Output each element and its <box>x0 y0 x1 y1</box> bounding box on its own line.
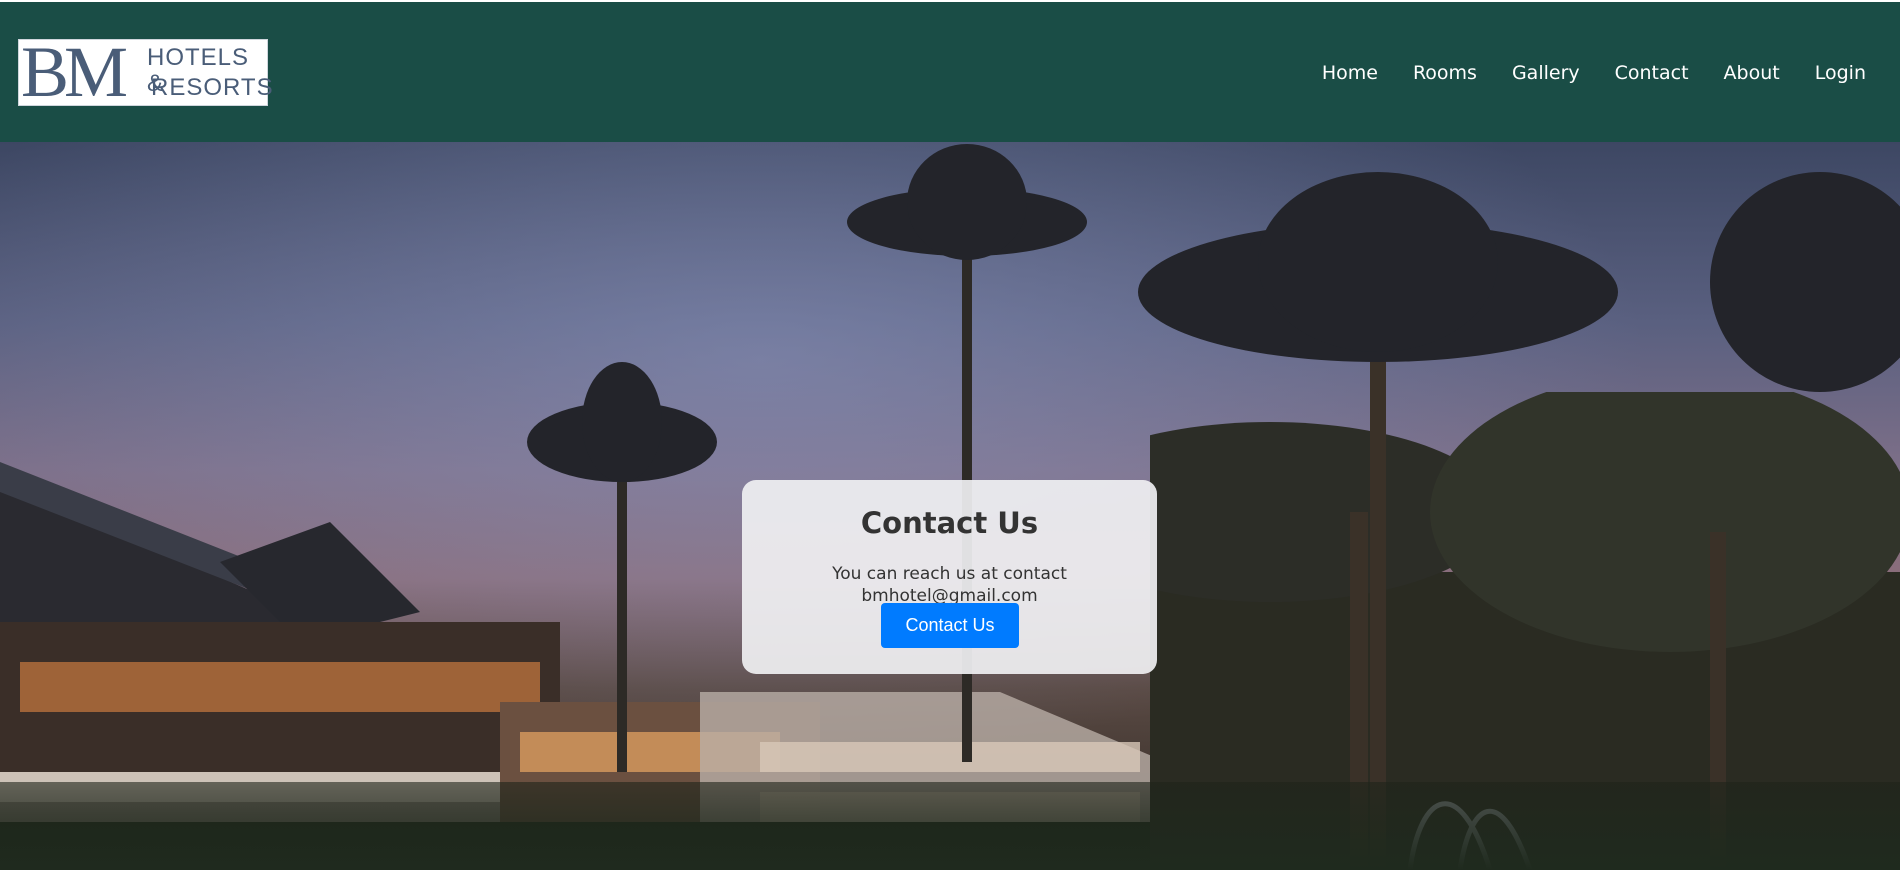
contact-us-button[interactable]: Contact Us <box>881 603 1019 648</box>
hero-foreground <box>0 782 1900 870</box>
nav-login[interactable]: Login <box>1815 60 1866 86</box>
nav-about[interactable]: About <box>1724 60 1780 86</box>
logo-initials: BM <box>21 32 128 112</box>
nav-gallery[interactable]: Gallery <box>1512 60 1580 86</box>
nav-rooms[interactable]: Rooms <box>1413 60 1477 86</box>
contact-text: You can reach us at contact bmhotel@gmai… <box>832 564 1067 606</box>
logo-text-line2: RESORTS <box>151 74 274 101</box>
brand-logo[interactable]: BM HOTELS & RESORTS <box>18 32 273 112</box>
contact-title: Contact Us <box>860 506 1039 540</box>
contact-card: Contact Us You can reach us at contact b… <box>742 480 1157 674</box>
hero-banner: Contact Us You can reach us at contact b… <box>0 142 1900 870</box>
nav-home[interactable]: Home <box>1322 60 1378 86</box>
main-nav: Home Rooms Gallery Contact About Login <box>1287 60 1866 86</box>
navbar: BM HOTELS & RESORTS Home Rooms Gallery C… <box>0 2 1900 142</box>
nav-contact[interactable]: Contact <box>1615 60 1689 86</box>
